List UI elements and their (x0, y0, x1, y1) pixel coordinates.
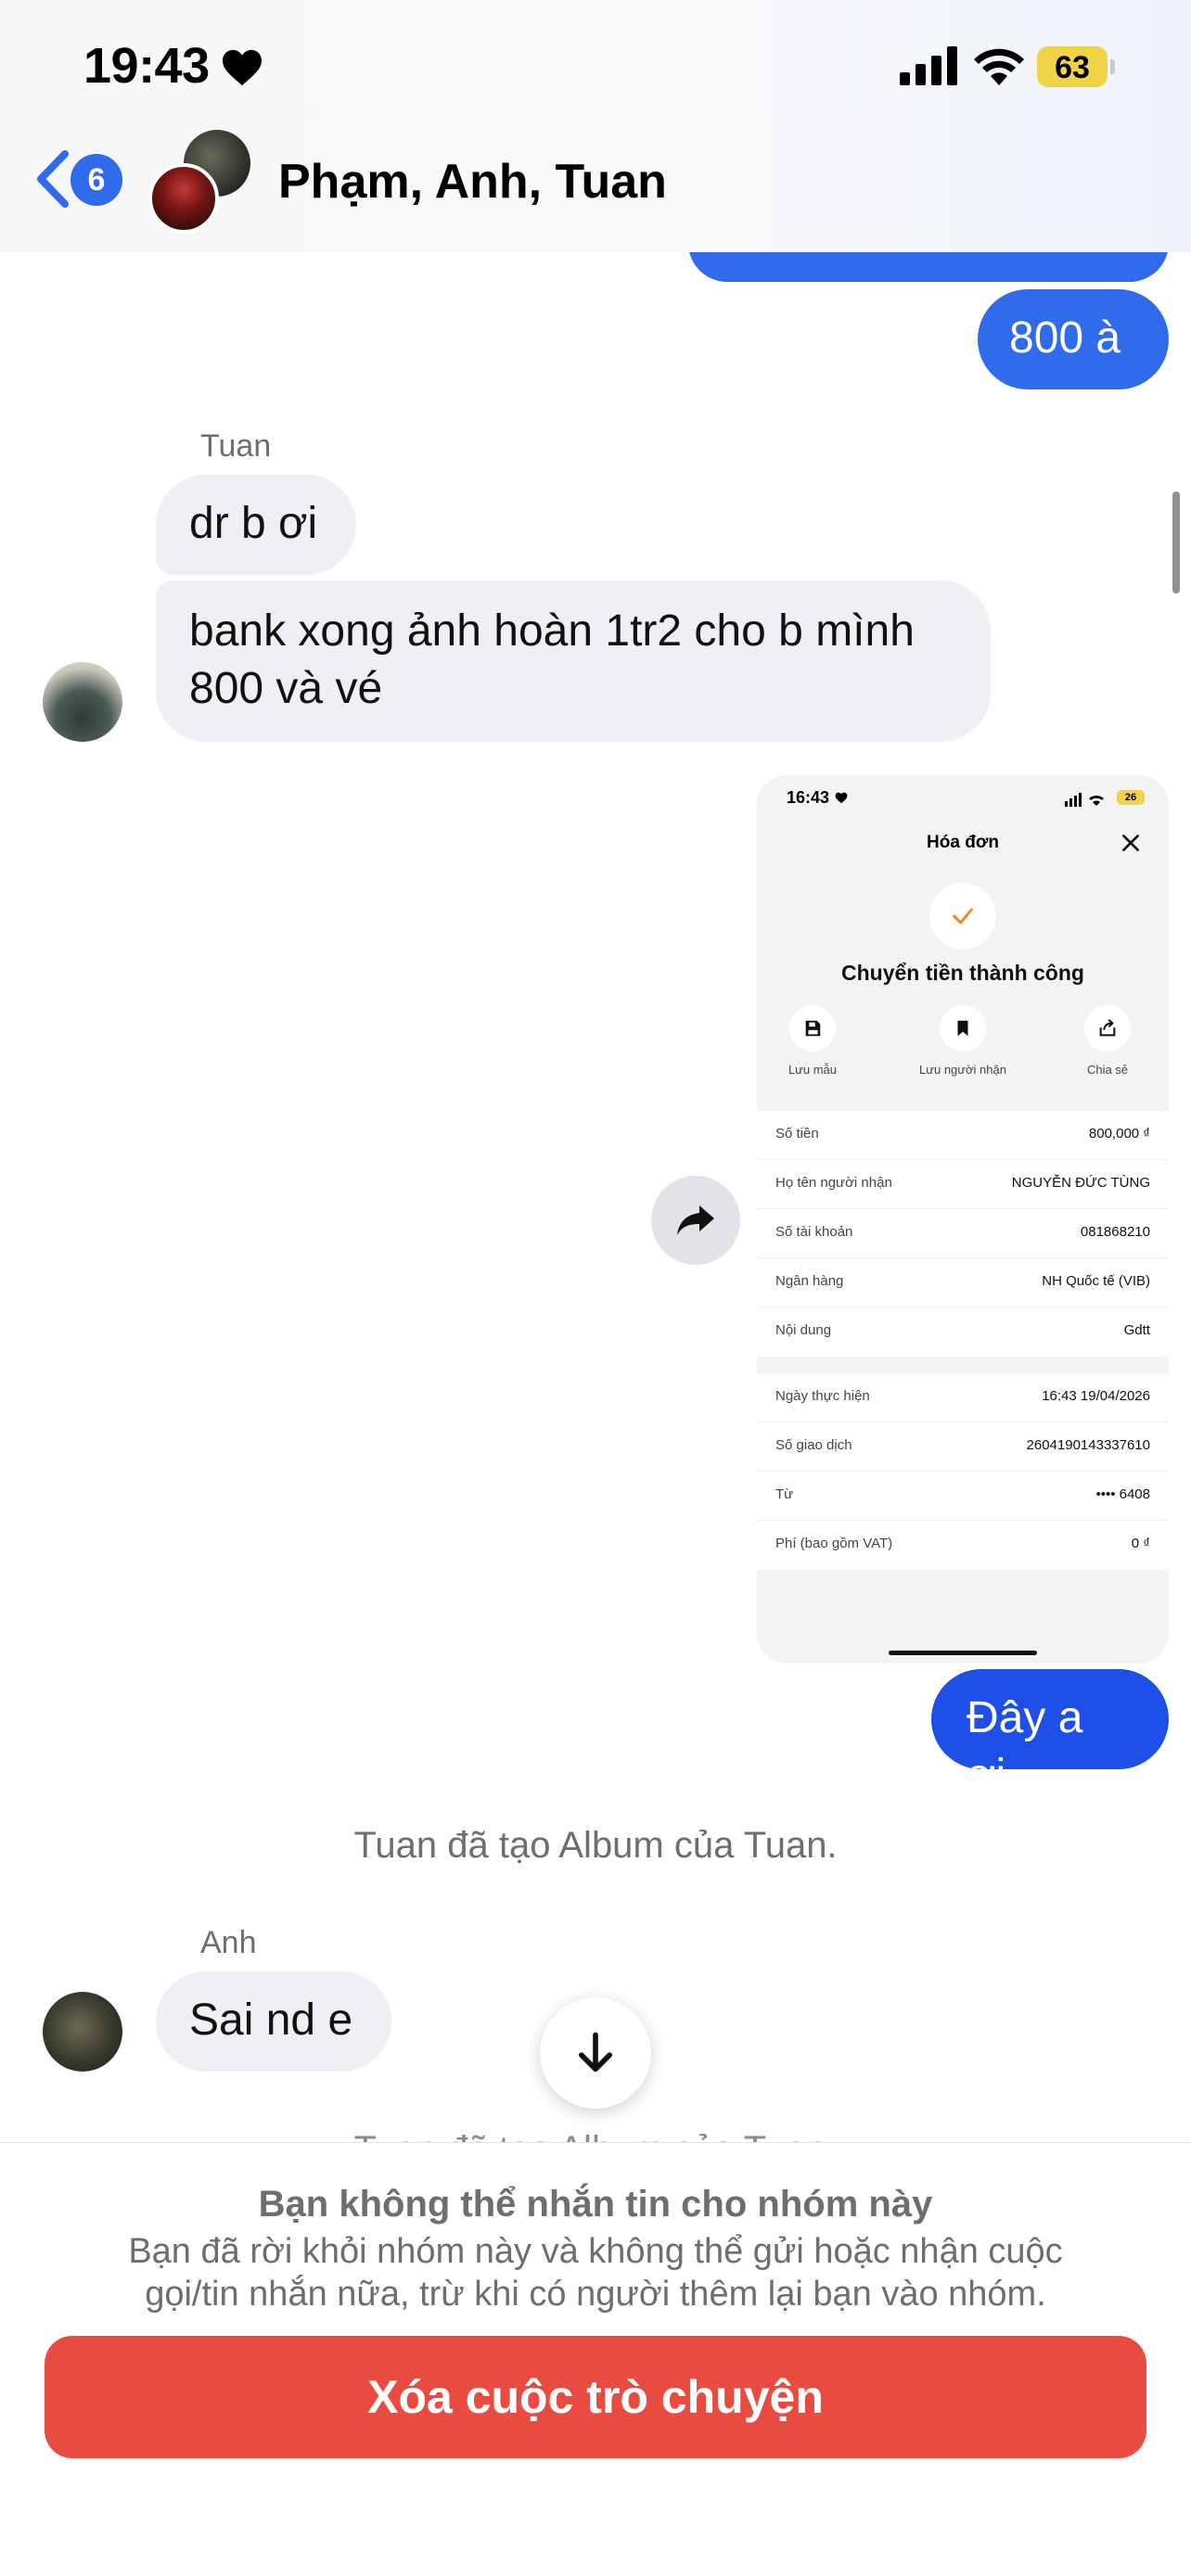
sender-name: Anh (200, 1925, 257, 1960)
receipt-row: Ngân hàng NH Quốc tế (VIB) (757, 1258, 1169, 1307)
delete-conversation-button[interactable]: Xóa cuộc trò chuyện (45, 2336, 1146, 2458)
receipt-row: Số tiền 800,000 ₫ (757, 1111, 1169, 1160)
sender-name: Tuan (200, 428, 272, 464)
incoming-message[interactable]: bank xong ảnh hoàn 1tr2 cho b mình 800 v… (156, 580, 991, 742)
message-text: Đây a ơi (967, 1693, 1083, 1800)
outgoing-message[interactable]: 800 à (978, 289, 1169, 389)
receipt-row: Họ tên người nhận NGUYỄN ĐỨC TÙNG (757, 1160, 1169, 1209)
outgoing-message[interactable]: Đây a ơi (931, 1669, 1169, 1800)
receipt-row: Số giao dịch 2604190143337610 (757, 1422, 1169, 1472)
status-time: 19:43 (83, 38, 210, 94)
message-text: Sai nd e (189, 1996, 353, 2045)
receipt-image[interactable]: 16:43 26 Hóa đơn Chuyển tiền thành công … (757, 775, 1169, 1664)
heart-icon (223, 49, 262, 86)
chat-title[interactable]: Phạm, Anh, Tuan (278, 154, 667, 210)
heart-icon (835, 792, 848, 804)
incoming-message[interactable]: dr b ơi (156, 475, 356, 575)
message-text-line: 800 và vé (189, 664, 383, 713)
receipt-action-save-recipient: Lưu người nhận (907, 1005, 1018, 1077)
receipt-row: Nội dung Gdtt (775, 1322, 1150, 1338)
receipt-row: Phí (bao gồm VAT) 0 ₫ (775, 1536, 1150, 1551)
system-message: Tuan đã tạo Album của Tuan. (353, 1825, 838, 1866)
scrollbar[interactable] (1172, 491, 1180, 593)
signal-icon (900, 46, 957, 85)
group-avatar-primary[interactable] (148, 163, 219, 234)
battery-indicator: 63 (1037, 46, 1115, 87)
share-icon (1099, 1019, 1116, 1037)
receipt-battery: 26 (1117, 790, 1145, 805)
receipt-row: Từ •••• 6408 (757, 1472, 1169, 1521)
receipt-headline: Chuyển tiền thành công (841, 961, 1084, 985)
message-text-line: bank xong ảnh hoàn 1tr2 cho b mình (189, 606, 915, 656)
back-unread-badge[interactable]: 6 (70, 154, 122, 206)
scroll-to-bottom-button[interactable] (540, 1997, 651, 2109)
message-text: 800 à (1009, 313, 1121, 363)
wifi-icon (974, 48, 1024, 85)
arrow-down-icon (579, 2032, 612, 2072)
receipt-details: Số tiền 800,000 ₫ Họ tên người nhận NGUYỄN… (757, 1111, 1169, 1570)
receipt-row: Số tài khoản 081868210 (757, 1209, 1169, 1258)
avatar[interactable] (43, 1992, 122, 2072)
home-indicator (889, 1651, 1037, 1655)
receipt-title: Hóa đơn (927, 833, 999, 852)
share-button[interactable] (651, 1176, 740, 1265)
save-icon (805, 1020, 821, 1037)
receipt-status-time: 16:43 (787, 788, 830, 807)
receipt-action-share: Chia sẻ (1052, 1005, 1163, 1077)
top-bar: 19:43 63 6 Phạm, Anh, Tuan (0, 0, 1191, 252)
battery-level: 63 (1055, 50, 1090, 85)
footer-title: Bạn không thể nhắn tin cho nhóm này (258, 2184, 933, 2225)
message-text: dr b ơi (189, 499, 318, 548)
bookmark-icon (957, 1020, 968, 1037)
share-arrow-icon (677, 1205, 714, 1235)
checkmark-icon (953, 908, 973, 925)
left-group-footer: Bạn không thể nhắn tin cho nhóm này Bạn … (0, 2142, 1191, 2576)
footer-description: Bạn đã rời khỏi nhóm này và không thể gử… (128, 2232, 1063, 2314)
receipt-action-save-template: Lưu mẫu (757, 1005, 868, 1077)
back-chevron-icon[interactable] (33, 150, 72, 208)
close-icon (1122, 835, 1139, 851)
avatar[interactable] (43, 662, 122, 742)
success-badge (929, 883, 996, 950)
incoming-message[interactable]: Sai nd e (156, 1971, 391, 2072)
receipt-row: Ngày thực hiện 16:43 19/04/2026 (757, 1373, 1169, 1422)
